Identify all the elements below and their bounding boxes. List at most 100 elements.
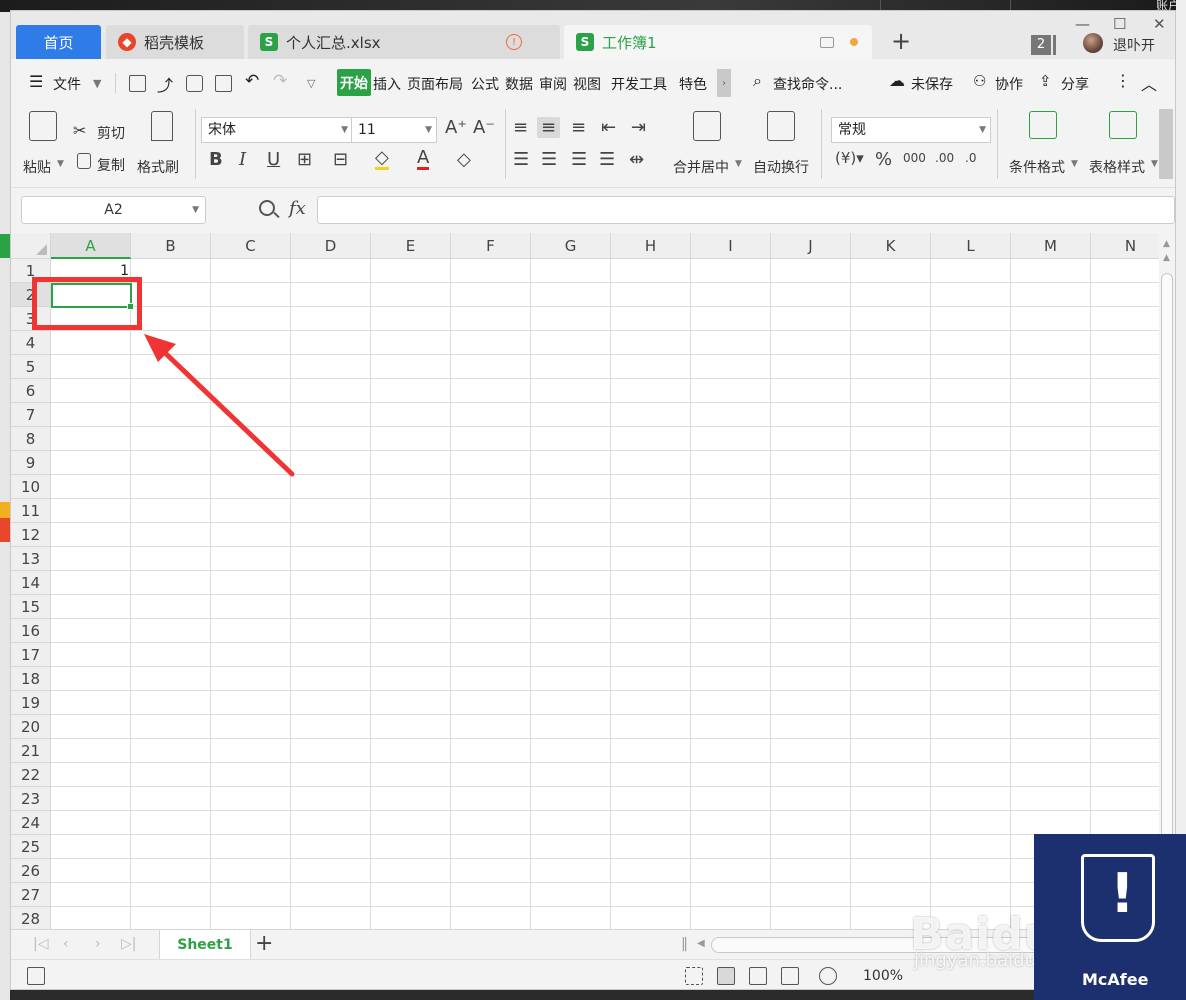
distribute-icon[interactable]: ⇹ <box>629 149 644 170</box>
scrollbar-thumb[interactable] <box>1161 273 1173 893</box>
justify-icon[interactable]: ☰ <box>599 149 615 170</box>
prev-sheet-icon[interactable]: ‹ <box>63 936 69 952</box>
align-center-icon[interactable]: ☰ <box>541 149 557 170</box>
add-sheet-button[interactable]: + <box>255 931 273 956</box>
align-left-icon[interactable]: ☰ <box>513 149 529 170</box>
page-break-view-icon[interactable] <box>749 967 767 985</box>
font-color-button[interactable]: A <box>417 149 430 170</box>
merge-center-icon[interactable] <box>693 111 721 141</box>
column-header-m[interactable]: M <box>1011 233 1091 259</box>
menu-tab-page-layout[interactable]: 页面布局 <box>407 74 463 94</box>
row-header-26[interactable]: 26 <box>11 859 51 883</box>
row-header-8[interactable]: 8 <box>11 427 51 451</box>
wrap-text-button[interactable]: 自动换行 <box>753 157 809 177</box>
print-icon[interactable] <box>186 75 203 92</box>
sheet-tab[interactable]: Sheet1 <box>159 930 251 960</box>
row-header-22[interactable]: 22 <box>11 763 51 787</box>
percent-button[interactable]: % <box>875 149 892 170</box>
fullscreen-icon[interactable] <box>685 967 703 985</box>
new-tab-button[interactable]: + <box>891 27 911 55</box>
more-options-icon[interactable]: ⋮ <box>1115 71 1131 90</box>
monitor-icon[interactable] <box>820 36 834 48</box>
column-header-j[interactable]: J <box>771 233 851 259</box>
fill-color-icon[interactable]: ◇ <box>375 149 389 170</box>
next-sheet-icon[interactable]: › <box>95 936 101 952</box>
table-style-button[interactable]: 表格样式 <box>1089 157 1145 177</box>
increase-font-icon[interactable]: A⁺ <box>445 117 467 138</box>
scroll-up-icon[interactable]: ▲ <box>1163 253 1170 263</box>
fill-style-icon[interactable]: ⊟ <box>333 149 348 170</box>
zoom-level[interactable]: 100% <box>863 968 903 984</box>
macro-record-icon[interactable] <box>27 967 45 985</box>
chevron-down-icon[interactable]: ▼ <box>1151 159 1158 169</box>
column-header-d[interactable]: D <box>291 233 371 259</box>
function-icon[interactable]: fx <box>289 198 306 219</box>
hamburger-icon[interactable]: ☰ <box>29 72 43 91</box>
name-box[interactable]: A2 ▼ <box>21 196 206 224</box>
close-icon[interactable]: ✕ <box>1153 15 1166 33</box>
ribbon-scroll-button[interactable] <box>1159 109 1173 179</box>
italic-button[interactable]: I <box>239 149 246 170</box>
minimize-icon[interactable]: — <box>1075 15 1090 33</box>
row-header-24[interactable]: 24 <box>11 811 51 835</box>
conditional-format-icon[interactable] <box>1029 111 1057 139</box>
currency-icon[interactable]: (¥)▾ <box>835 149 864 167</box>
copy-button[interactable]: 复制 <box>97 155 125 175</box>
menu-scroll-right-button[interactable]: › <box>717 69 731 97</box>
tab-workbook1[interactable]: S 工作簿1 <box>564 25 872 59</box>
row-header-28[interactable]: 28 <box>11 907 51 929</box>
menu-tab-insert[interactable]: 插入 <box>373 74 401 94</box>
row-header-17[interactable]: 17 <box>11 643 51 667</box>
file-menu[interactable]: 文件 <box>53 74 81 94</box>
bold-button[interactable]: B <box>209 149 223 170</box>
unsaved-status[interactable]: 未保存 <box>911 74 953 94</box>
username[interactable]: 退卟开 <box>1113 35 1155 55</box>
export-icon[interactable]: ⤴ <box>157 72 173 96</box>
row-header-15[interactable]: 15 <box>11 595 51 619</box>
undo-icon[interactable]: ↶ <box>245 71 259 91</box>
row-header-25[interactable]: 25 <box>11 835 51 859</box>
split-handle-icon[interactable]: ‖ <box>681 936 688 952</box>
row-header-11[interactable]: 11 <box>11 499 51 523</box>
paste-dropdown-icon[interactable]: ▼ <box>57 159 64 169</box>
format-painter-button[interactable]: 格式刷 <box>137 157 179 177</box>
chevron-down-icon[interactable]: ▼ <box>1071 159 1078 169</box>
font-name-select[interactable]: 宋体 ▼ <box>201 117 353 143</box>
vertical-scrollbar[interactable]: ▲ ▲ <box>1159 233 1175 929</box>
increase-decimal-button[interactable]: .00 <box>935 151 954 165</box>
page-layout-view-icon[interactable] <box>781 967 799 985</box>
merge-center-button[interactable]: 合并居中 <box>673 157 729 177</box>
format-painter-icon[interactable] <box>151 111 173 141</box>
normal-view-icon[interactable] <box>717 967 735 985</box>
print-preview-icon[interactable] <box>215 75 232 92</box>
paste-button[interactable]: 粘贴 <box>23 157 51 177</box>
row-header-23[interactable]: 23 <box>11 787 51 811</box>
first-sheet-icon[interactable]: |◁ <box>33 936 48 952</box>
row-header-10[interactable]: 10 <box>11 475 51 499</box>
number-format-select[interactable]: 常规 ▼ <box>831 117 991 143</box>
paste-icon[interactable] <box>29 111 57 141</box>
column-header-n[interactable]: N <box>1091 233 1159 259</box>
eraser-icon[interactable]: ◇ <box>457 149 471 170</box>
table-style-icon[interactable] <box>1109 111 1137 139</box>
select-all-corner[interactable] <box>11 233 51 259</box>
column-header-f[interactable]: F <box>451 233 531 259</box>
font-size-select[interactable]: 11 ▼ <box>351 117 437 143</box>
menu-tab-view[interactable]: 视图 <box>573 74 601 94</box>
column-header-h[interactable]: H <box>611 233 691 259</box>
column-header-b[interactable]: B <box>131 233 211 259</box>
wrap-text-icon[interactable] <box>767 111 795 141</box>
row-header-27[interactable]: 27 <box>11 883 51 907</box>
row-header-14[interactable]: 14 <box>11 571 51 595</box>
decrease-decimal-button[interactable]: .0 <box>965 151 976 165</box>
eye-protection-icon[interactable] <box>819 967 837 985</box>
scroll-up-icon[interactable]: ▲ <box>1163 239 1170 249</box>
decrease-indent-icon[interactable]: ⇤ <box>601 117 616 138</box>
tab-home[interactable]: 首页 <box>16 25 101 59</box>
row-header-19[interactable]: 19 <box>11 691 51 715</box>
column-header-k[interactable]: K <box>851 233 931 259</box>
menu-tab-review[interactable]: 审阅 <box>539 74 567 94</box>
window-count-badge[interactable]: 2 <box>1031 35 1051 55</box>
column-header-l[interactable]: L <box>931 233 1011 259</box>
last-sheet-icon[interactable]: ▷| <box>121 936 136 952</box>
